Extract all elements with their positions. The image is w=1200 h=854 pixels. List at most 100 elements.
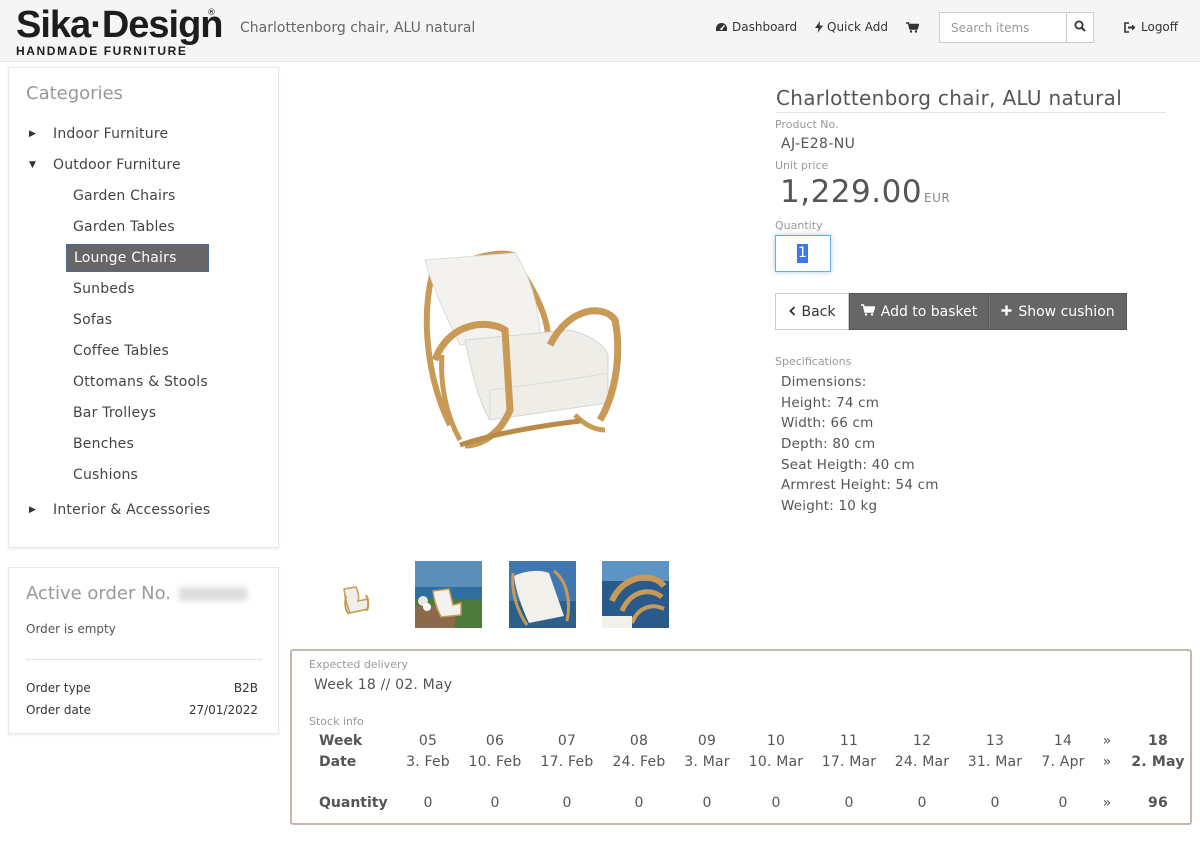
shopping-cart-icon xyxy=(860,303,876,320)
quantity-label: Quantity xyxy=(775,219,823,232)
stock-date-cell: 17. Mar xyxy=(821,754,877,770)
active-order-title: Active order No. xyxy=(26,583,248,604)
stock-qty-cell: 0 xyxy=(917,795,927,811)
search-button[interactable] xyxy=(1066,13,1093,42)
order-date-row: Order date 27/01/2022 xyxy=(26,703,258,717)
stock-date-cell: » xyxy=(1102,754,1112,770)
stock-date-cell: 31. Mar xyxy=(967,754,1023,770)
back-label: Back xyxy=(801,303,836,320)
active-order-panel: Active order No. Order is empty Order ty… xyxy=(8,567,279,734)
logoff-label: Logoff xyxy=(1141,20,1179,34)
spec-line: Armrest Height: 54 cm xyxy=(781,477,939,493)
stock-week-cell: 14 xyxy=(1053,733,1073,749)
search-input[interactable] xyxy=(940,13,1066,42)
add-to-basket-button[interactable]: Add to basket xyxy=(849,293,989,330)
search-icon xyxy=(1074,20,1086,36)
subcategory-bar-trolleys[interactable]: Bar Trolleys xyxy=(73,405,156,421)
unit-price: 1,229.00 EUR xyxy=(780,174,950,210)
spec-line: Height: 74 cm xyxy=(781,395,880,411)
stock-week-cell: 09 xyxy=(697,733,717,749)
price-value: 1,229.00 xyxy=(780,174,923,210)
product-thumbnail-4[interactable] xyxy=(602,561,669,628)
subcategory-benches[interactable]: Benches xyxy=(73,436,134,452)
product-no-value: AJ-E28-NU xyxy=(781,136,856,152)
stock-week-cell: 07 xyxy=(557,733,577,749)
chevron-left-icon xyxy=(788,304,796,320)
category-label: Indoor Furniture xyxy=(53,126,169,142)
sign-out-icon xyxy=(1124,21,1137,33)
logo-tagline: HANDMADE FURNITURE xyxy=(16,44,188,58)
order-date-label: Order date xyxy=(26,703,91,717)
stock-week-cell: 18 xyxy=(1148,733,1168,749)
stock-quantity-header: Quantity xyxy=(319,795,388,811)
stock-qty-cell: 0 xyxy=(490,795,500,811)
page-heading: Charlottenborg chair, ALU natural xyxy=(240,20,476,36)
product-title: Charlottenborg chair, ALU natural xyxy=(776,86,1166,113)
cart-link[interactable] xyxy=(906,22,919,33)
stock-week-cell: 13 xyxy=(985,733,1005,749)
subcategory-garden-chairs[interactable]: Garden Chairs xyxy=(73,188,176,204)
caret-right-icon: ▶ xyxy=(29,505,37,515)
subcategory-sofas[interactable]: Sofas xyxy=(73,312,112,328)
category-indoor-furniture[interactable]: ▶ Indoor Furniture xyxy=(29,126,168,142)
order-date-value: 27/01/2022 xyxy=(188,703,258,717)
stock-date-cell: 3. Feb xyxy=(406,754,450,770)
stock-qty-cell: 0 xyxy=(771,795,781,811)
add-to-basket-label: Add to basket xyxy=(880,303,978,320)
categories-title: Categories xyxy=(26,83,124,104)
quick-add-label: Quick Add xyxy=(827,20,888,34)
expected-delivery-label: Expected delivery xyxy=(309,658,408,671)
back-button[interactable]: Back xyxy=(775,293,849,330)
delivery-stock-panel: Expected delivery Week 18 // 02. May Sto… xyxy=(290,649,1192,825)
category-outdoor-furniture[interactable]: ▼ Outdoor Furniture xyxy=(29,157,181,173)
active-order-title-text: Active order No. xyxy=(26,583,172,604)
product-no-label: Product No. xyxy=(775,118,839,131)
subcategory-ottomans-stools[interactable]: Ottomans & Stools xyxy=(73,374,208,390)
category-label: Outdoor Furniture xyxy=(53,157,181,173)
stock-qty-cell: 0 xyxy=(1058,795,1068,811)
stock-week-cell: 10 xyxy=(766,733,786,749)
price-currency: EUR xyxy=(924,191,951,205)
stock-week-cell: 11 xyxy=(839,733,859,749)
stock-week-cell: 12 xyxy=(912,733,932,749)
subcategory-cushions[interactable]: Cushions xyxy=(73,467,138,483)
stock-date-cell: 3. Mar xyxy=(684,754,730,770)
spec-line: Dimensions: xyxy=(781,374,867,390)
dashboard-icon xyxy=(715,22,728,33)
subcategory-coffee-tables[interactable]: Coffee Tables xyxy=(73,343,169,359)
spec-line: Weight: 10 kg xyxy=(781,498,878,514)
categories-panel: Categories ▶ Indoor Furniture ▼ Outdoor … xyxy=(8,67,279,548)
quick-add-link[interactable]: Quick Add xyxy=(815,20,888,34)
stock-date-cell: 17. Feb xyxy=(540,754,594,770)
product-main-image[interactable] xyxy=(380,235,660,465)
subcategory-lounge-chairs[interactable]: Lounge Chairs xyxy=(66,244,209,272)
product-thumbnail-1[interactable] xyxy=(322,561,389,628)
spec-line: Width: 66 cm xyxy=(781,415,874,431)
product-thumbnail-2[interactable] xyxy=(415,561,482,628)
stock-date-cell: 24. Mar xyxy=(894,754,950,770)
stock-week-cell: 05 xyxy=(418,733,438,749)
stock-qty-cell: » xyxy=(1102,795,1112,811)
stock-qty-cell: 0 xyxy=(702,795,712,811)
logoff-link[interactable]: Logoff xyxy=(1124,20,1178,34)
product-thumbnail-3[interactable] xyxy=(509,561,576,628)
expected-delivery-value: Week 18 // 02. May xyxy=(314,677,453,693)
subcategory-garden-tables[interactable]: Garden Tables xyxy=(73,219,175,235)
order-type-label: Order type xyxy=(26,681,91,695)
caret-down-icon: ▼ xyxy=(29,160,37,170)
stock-week-cell: » xyxy=(1102,733,1112,749)
order-divider xyxy=(26,659,262,660)
plus-icon xyxy=(1001,304,1012,320)
category-interior-accessories[interactable]: ▶ Interior & Accessories xyxy=(29,502,210,518)
quantity-value: 1 xyxy=(797,244,808,263)
subcategory-sunbeds[interactable]: Sunbeds xyxy=(73,281,135,297)
stock-week-header: Week xyxy=(319,733,363,749)
spec-line: Seat Heigth: 40 cm xyxy=(781,457,915,473)
show-cushion-label: Show cushion xyxy=(1018,303,1115,320)
sika-design-logo[interactable]: Sika·Design ® HANDMADE FURNITURE xyxy=(16,6,224,58)
spec-line: Depth: 80 cm xyxy=(781,436,876,452)
stock-date-cell: 24. Feb xyxy=(612,754,666,770)
unit-price-label: Unit price xyxy=(775,159,829,172)
dashboard-link[interactable]: Dashboard xyxy=(715,20,797,34)
show-cushion-button[interactable]: Show cushion xyxy=(989,293,1127,330)
